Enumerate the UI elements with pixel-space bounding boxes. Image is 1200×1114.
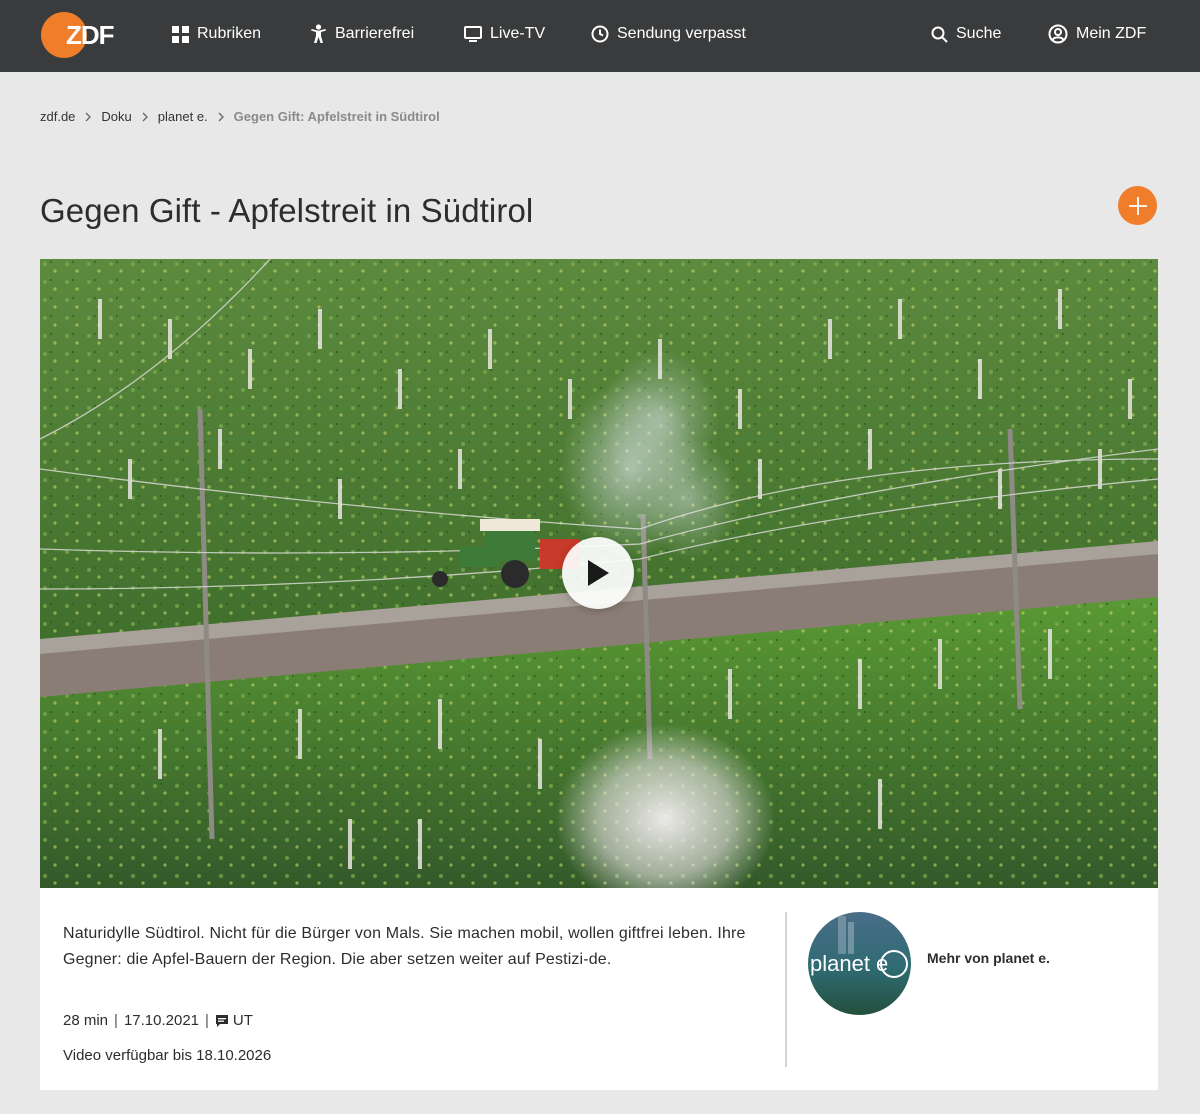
video-date: 17.10.2021 — [123, 1012, 200, 1029]
page-title: Gegen Gift - Apfelstreit in Südtirol — [40, 192, 534, 229]
nav-label: Sendung verpasst — [617, 25, 746, 42]
breadcrumb: zdf.de Doku planet e. Gegen Gift: Apfels… — [40, 108, 440, 124]
breadcrumb-item-current: Gegen Gift: Apfelstreit in Südtirol — [233, 108, 440, 124]
clock-icon — [591, 25, 609, 43]
logo-text: ZDF — [66, 20, 114, 50]
subtitles-icon — [215, 1014, 228, 1027]
nav-live-tv[interactable]: Live-TV — [464, 22, 545, 46]
video-meta: 28 min | 17.10.2021 | UT — [63, 1012, 253, 1029]
video-description: Naturidylle Südtirol. Nicht für die Bürg… — [63, 925, 746, 968]
accessibility-icon — [311, 24, 326, 43]
video-availability: Video verfügbar bis 18.10.2026 — [63, 1047, 272, 1064]
search-icon — [931, 26, 948, 43]
planet-e-logo[interactable]: planet e — [808, 912, 911, 1015]
brand-logo-text: planet e — [810, 951, 888, 976]
nav-sendung-verpasst[interactable]: Sendung verpasst — [591, 22, 746, 46]
video-duration: 28 min — [63, 1012, 109, 1029]
user-icon — [1048, 24, 1068, 44]
nav-rubriken[interactable]: Rubriken — [172, 22, 261, 46]
search-button[interactable]: Suche — [931, 22, 1001, 46]
chevron-right-icon — [75, 109, 101, 124]
nav-label: Live-TV — [490, 25, 546, 42]
account-label: Mein ZDF — [1076, 25, 1147, 42]
video-info-panel: Naturidylle Südtirol. Nicht für die Bürg… — [40, 888, 1158, 1090]
video-player[interactable] — [40, 259, 1158, 888]
subtitles-label: UT — [232, 1012, 253, 1029]
divider — [785, 912, 787, 1067]
breadcrumb-item-planet-e[interactable]: planet e. — [158, 109, 208, 124]
chevron-right-icon — [132, 109, 158, 124]
account-button[interactable]: Mein ZDF — [1048, 22, 1146, 46]
plus-icon — [1128, 196, 1147, 215]
play-icon — [588, 560, 609, 586]
add-to-list-button[interactable] — [1118, 186, 1157, 225]
zdf-logo[interactable]: ZDF — [40, 10, 126, 60]
search-label: Suche — [956, 25, 1002, 42]
nav-label: Rubriken — [197, 25, 262, 42]
tv-icon — [464, 25, 482, 42]
nav-barrierefrei[interactable]: Barrierefrei — [310, 22, 414, 46]
chevron-right-icon — [208, 109, 234, 124]
breadcrumb-item-doku[interactable]: Doku — [101, 109, 131, 124]
nav-label: Barrierefrei — [335, 25, 415, 42]
grid-icon — [172, 25, 189, 43]
play-button[interactable] — [562, 537, 634, 609]
top-navigation-bar: ZDF Rubriken Barrierefrei Live-TV Sendun… — [0, 0, 1200, 72]
breadcrumb-item-home[interactable]: zdf.de — [40, 109, 75, 124]
more-from-planet-e-link[interactable]: Mehr von planet e. — [927, 950, 1050, 966]
